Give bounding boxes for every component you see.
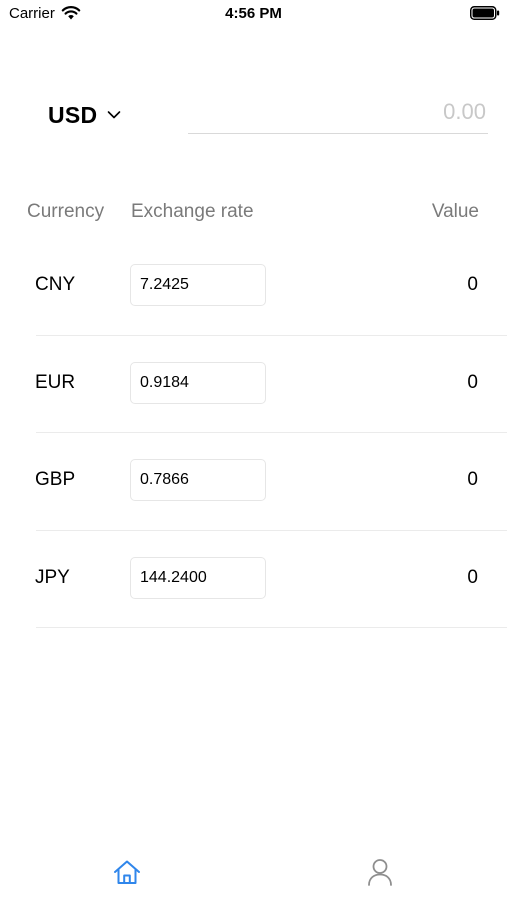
- converted-value: 0: [467, 566, 478, 588]
- currency-code: EUR: [35, 371, 76, 393]
- tab-profile[interactable]: [360, 852, 400, 892]
- rate-row: EUR 0: [0, 336, 507, 433]
- home-icon: [114, 860, 140, 884]
- header-value: Value: [431, 201, 479, 222]
- converted-value: 0: [467, 371, 478, 393]
- rate-list: CNY 0 EUR 0 GBP 0 JPY 0: [0, 238, 507, 628]
- exchange-rate-input[interactable]: [130, 264, 266, 306]
- currency-code: JPY: [35, 566, 70, 588]
- rate-row: GBP 0: [0, 433, 507, 531]
- status-bar: Carrier 4:56 PM: [0, 0, 507, 30]
- chevron-down-icon: [108, 111, 121, 119]
- base-currency-row: USD: [0, 80, 507, 150]
- converted-value: 0: [467, 469, 478, 490]
- row-divider: [36, 627, 507, 628]
- table-header: Currency Exchange rate Value: [0, 196, 507, 226]
- base-currency-code: USD: [48, 101, 98, 128]
- status-time: 4:56 PM: [225, 5, 282, 22]
- exchange-rate-input[interactable]: [130, 556, 266, 599]
- header-currency: Currency: [27, 201, 105, 222]
- tab-home[interactable]: [107, 852, 147, 892]
- profile-icon: [368, 859, 392, 886]
- currency-code: GBP: [35, 469, 76, 490]
- exchange-rate-input[interactable]: [130, 459, 266, 501]
- currency-code: CNY: [35, 274, 76, 295]
- converted-value: 0: [467, 274, 478, 295]
- base-currency-dropdown[interactable]: USD: [48, 100, 121, 130]
- battery-icon: [470, 6, 500, 20]
- rate-row: CNY 0: [0, 238, 507, 336]
- rate-row: JPY 0: [0, 531, 507, 628]
- exchange-rate-input[interactable]: [130, 361, 266, 404]
- header-exchange-rate: Exchange rate: [131, 201, 254, 222]
- amount-input[interactable]: [188, 94, 488, 134]
- tab-bar: [0, 840, 507, 900]
